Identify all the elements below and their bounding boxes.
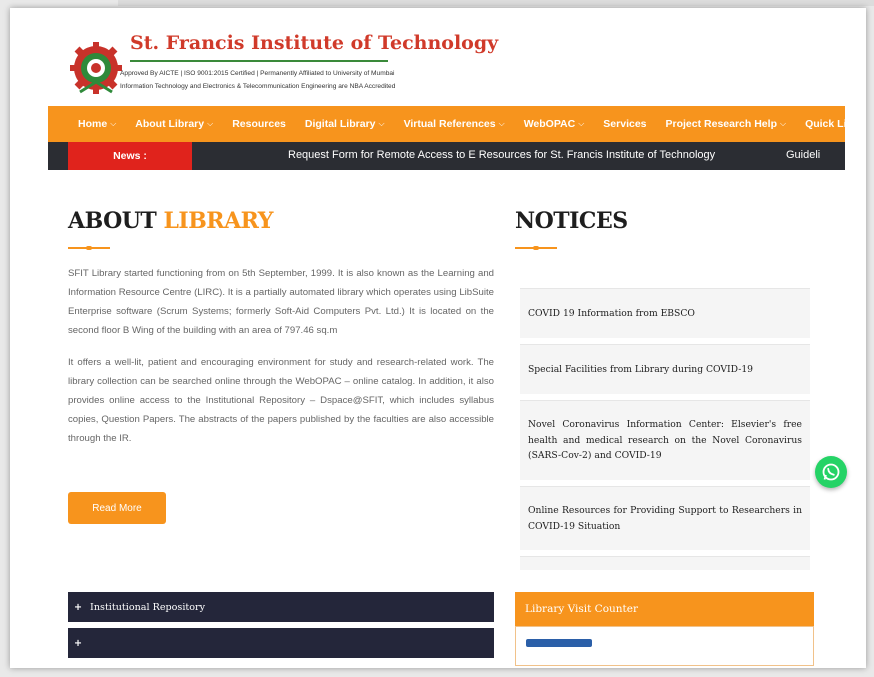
nav-services[interactable]: Services (603, 118, 646, 130)
chevron-down-icon: ⌵ (207, 119, 214, 128)
news-label: News : (68, 142, 192, 170)
whatsapp-chat-button[interactable] (815, 456, 847, 488)
nav-webopac[interactable]: WebOPAC ⌵ (524, 118, 585, 130)
read-more-button[interactable]: Read More (68, 492, 166, 524)
library-page: St. Francis Institute of Technology Appr… (10, 8, 866, 668)
news-ticker-link[interactable]: Request Form for Remote Access to E Reso… (288, 149, 715, 161)
visit-counter-panel (515, 626, 814, 666)
nav-virtual-references[interactable]: Virtual References ⌵ (404, 118, 505, 130)
notice-item[interactable]: Novel Coronavirus Information Center: El… (520, 400, 810, 480)
heading-divider (515, 246, 557, 250)
institute-subtitle-1: Approved By AICTE | ISO 9001:2015 Certif… (120, 70, 395, 77)
notice-item[interactable]: COVID 19 Information from EBSCO (520, 288, 810, 338)
heading-divider (68, 246, 110, 250)
nav-digital-library[interactable]: Digital Library ⌵ (305, 118, 385, 130)
institute-logo-icon (70, 42, 122, 94)
nav-home[interactable]: Home ⌵ (78, 118, 116, 130)
plus-icon: + (74, 601, 83, 613)
about-paragraph-2: It offers a well-lit, patient and encour… (68, 357, 494, 444)
news-bar: News : Request Form for Remote Access to… (48, 142, 845, 170)
accordion-institutional-repository[interactable]: + Institutional Repository (68, 592, 494, 622)
whatsapp-icon (822, 463, 840, 481)
about-paragraph-1: SFIT Library started functioning from on… (68, 268, 494, 336)
notice-item[interactable]: Online Resources for Providing Support t… (520, 486, 810, 550)
about-library-heading: ABOUT LIBRARY (68, 208, 273, 234)
nav-quick-links[interactable]: Quick Links⌵ (805, 118, 866, 130)
chevron-down-icon: ⌵ (498, 119, 505, 128)
notices-heading: NOTICES (515, 208, 628, 234)
chevron-down-icon: ⌵ (578, 119, 585, 128)
news-ticker-next[interactable]: Guideli (786, 149, 846, 161)
notices-list: COVID 19 Information from EBSCO Special … (520, 288, 810, 570)
notice-item[interactable] (520, 556, 810, 570)
accordion-item[interactable]: + (68, 628, 494, 658)
chevron-down-icon: ⌵ (110, 119, 117, 128)
notice-item[interactable]: Special Facilities from Library during C… (520, 344, 810, 394)
institute-subtitle-2: Information Technology and Electronics &… (120, 83, 396, 90)
browser-top-edge (118, 0, 874, 6)
institute-name-rule (130, 60, 388, 62)
chevron-down-icon: ⌵ (779, 119, 787, 128)
plus-icon: + (74, 637, 83, 649)
nav-about-library[interactable]: About Library ⌵ (135, 118, 213, 130)
main-navbar: Home ⌵ About Library ⌵ Resources Digital L… (48, 106, 865, 142)
nav-resources[interactable]: Resources (232, 118, 286, 130)
counter-widget (526, 639, 592, 647)
institute-name: St. Francis Institute of Technology (130, 32, 499, 54)
visit-counter-heading: Library Visit Counter (515, 592, 814, 626)
chevron-down-icon: ⌵ (378, 119, 385, 128)
nav-project-research-help[interactable]: Project Research Help ⌵ (666, 118, 787, 130)
